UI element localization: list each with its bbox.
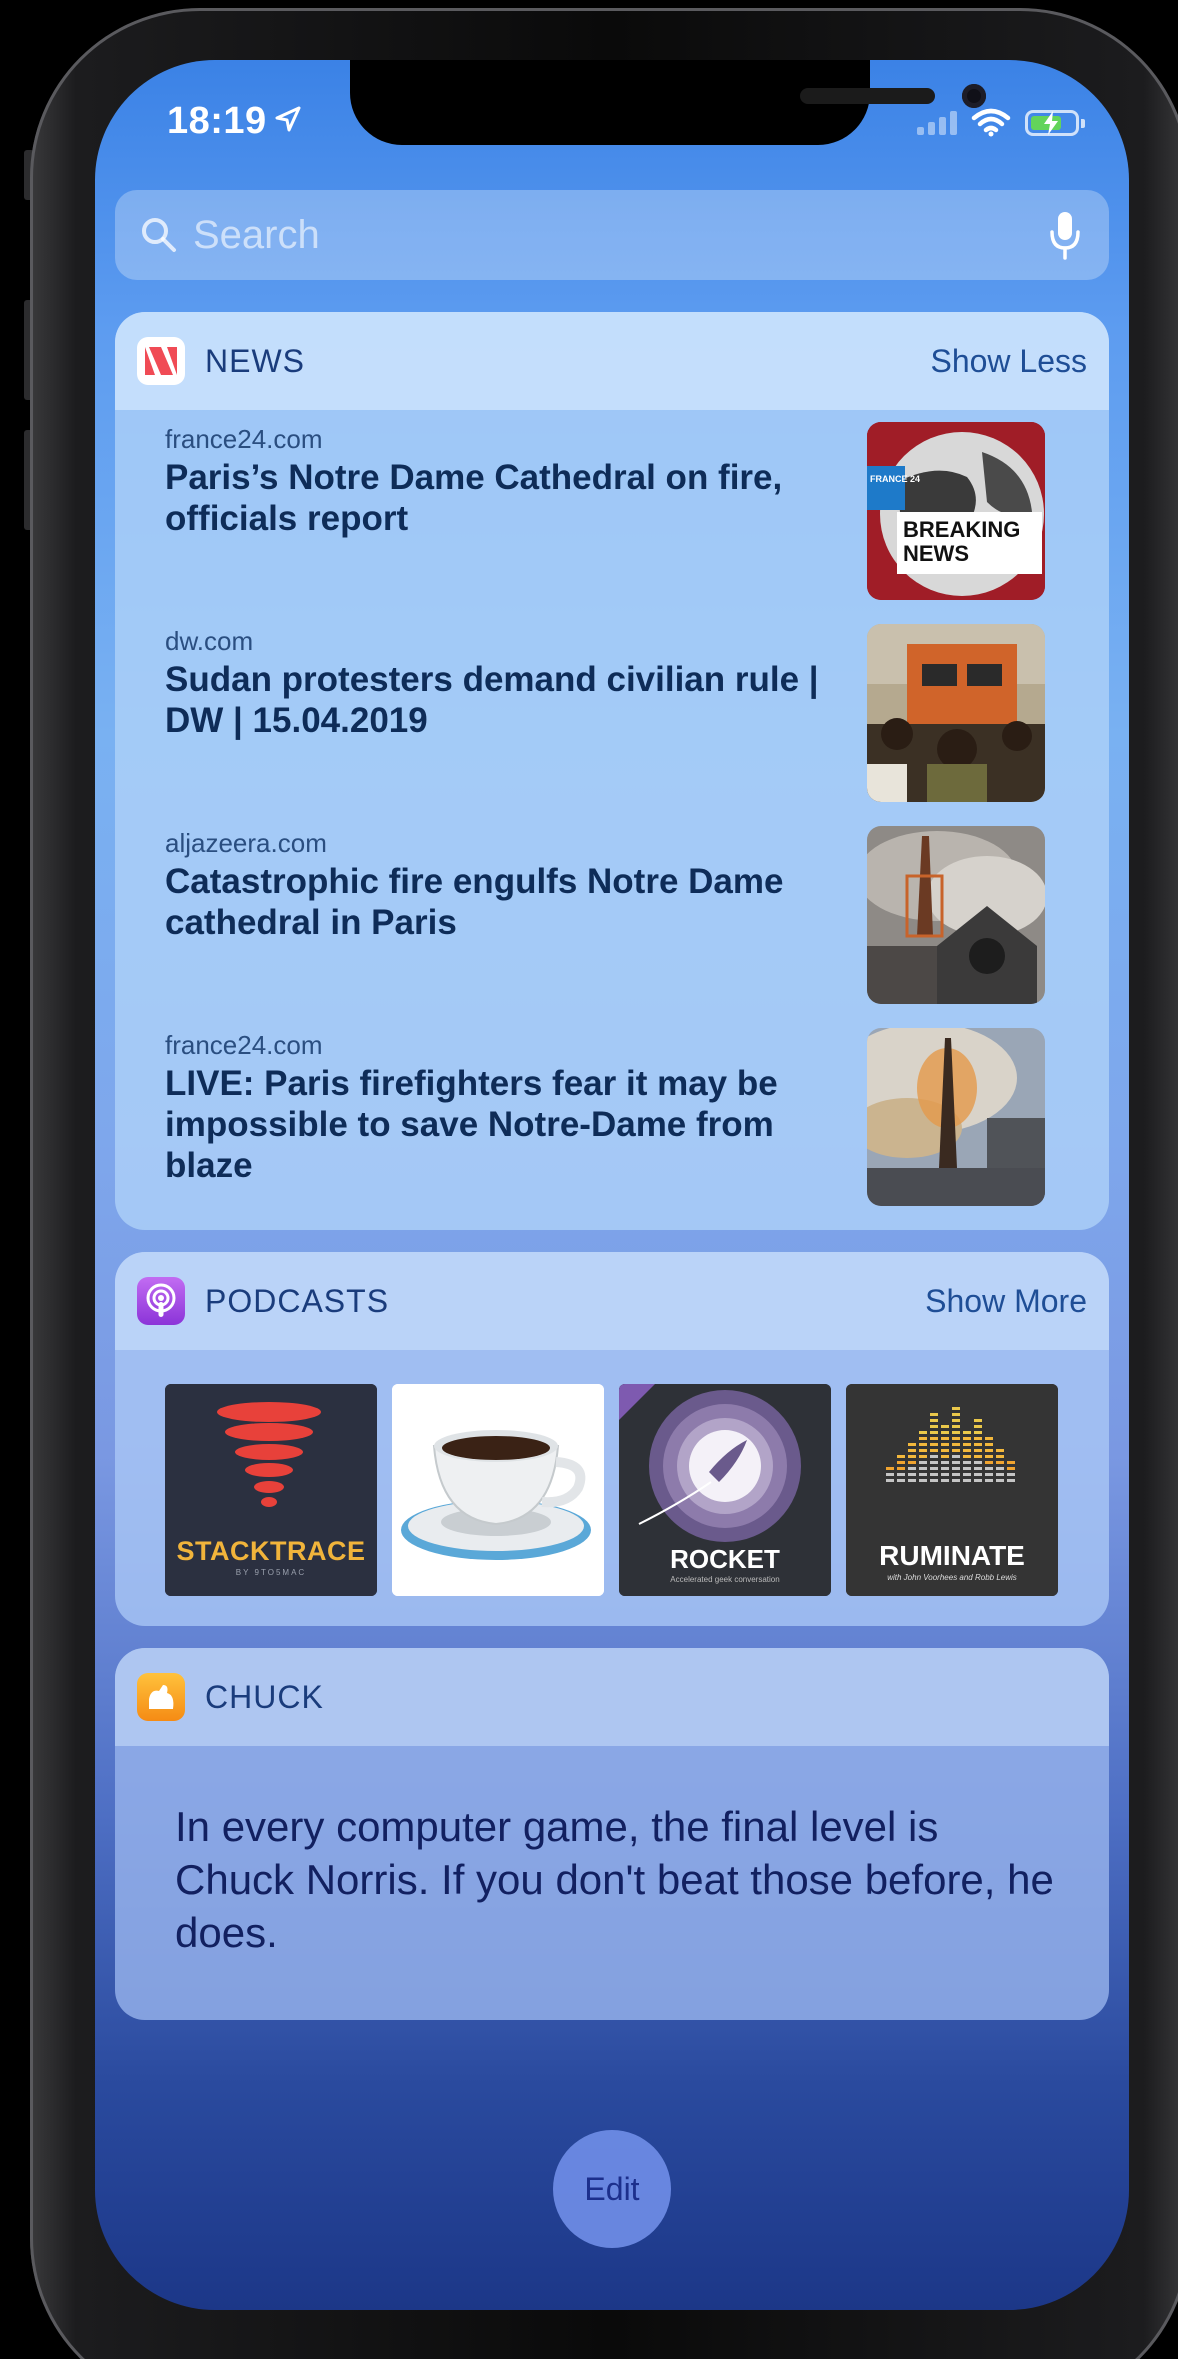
news-app-icon <box>137 337 185 385</box>
podcast-artwork-row: STACKTRACE BY 9TO5MAC ROCKET Accelerated… <box>165 1384 1058 1596</box>
podcasts-widget-title: PODCASTS <box>205 1282 390 1319</box>
cathedral-fire-thumbnail <box>867 826 1045 1004</box>
news-show-less-button[interactable]: Show Less <box>930 343 1087 380</box>
news-headline: Catastrophic fire engulfs Notre Dame cat… <box>165 862 784 942</box>
search-input[interactable]: Search <box>193 213 1047 258</box>
chuck-widget-title: CHUCK <box>205 1678 324 1715</box>
chuck-widget-header: CHUCK <box>115 1648 1109 1746</box>
podcast-ruminate[interactable]: RUMINATE with John Voorhees and Robb Lew… <box>846 1384 1058 1596</box>
status-time: 18:19 <box>167 100 267 142</box>
podcast-rocket[interactable]: ROCKET Accelerated geek conversation <box>619 1384 831 1596</box>
news-widget: NEWS Show Less france24.com Paris’s Notr… <box>115 312 1109 1230</box>
news-item[interactable]: dw.com Sudan protesters demand civilian … <box>165 624 1045 804</box>
search-icon <box>142 218 176 252</box>
status-icons <box>917 108 1085 138</box>
cellular-signal-icon <box>917 111 957 135</box>
news-item[interactable]: aljazeera.com Catastrophic fire engulfs … <box>165 826 1045 1006</box>
news-headline: LIVE: Paris firefighters fear it may be … <box>165 1064 778 1185</box>
podcasts-widget: PODCASTS Show More STACKTRACE BY 9TO5MAC… <box>115 1252 1109 1626</box>
wifi-icon <box>971 108 1011 137</box>
microphone-icon[interactable] <box>1047 210 1083 260</box>
breaking-news-label: BREAKING NEWS <box>903 517 1021 566</box>
podcast-subtitle: Accelerated geek conversation <box>670 1575 780 1584</box>
spire-fire-thumbnail <box>867 1028 1045 1206</box>
breaking-news-thumbnail: FRANCE 24 BREAKING NEWS <box>867 422 1045 600</box>
news-item[interactable]: france24.com LIVE: Paris firefighters fe… <box>165 1028 1045 1208</box>
podcast-name: STACKTRACE <box>176 1536 366 1566</box>
edit-widgets-button[interactable]: Edit <box>553 2130 671 2248</box>
location-arrow-icon <box>275 106 301 132</box>
podcast-name: RUMINATE <box>879 1540 1025 1571</box>
today-view-screen: 18:19 Search NEWS Show Less france24.com… <box>95 60 1129 2310</box>
battery-charging-icon <box>1025 110 1085 136</box>
protesters-thumbnail <box>867 624 1045 802</box>
podcast-stacktrace[interactable]: STACKTRACE BY 9TO5MAC <box>165 1384 377 1596</box>
chuck-joke-text: In every computer game, the final level … <box>175 1803 1054 1956</box>
podcast-subtitle: with John Voorhees and Robb Lewis <box>887 1573 1017 1582</box>
podcast-subtitle: BY 9TO5MAC <box>235 1568 307 1577</box>
podcast-name: ROCKET <box>670 1544 780 1574</box>
podcasts-show-more-button[interactable]: Show More <box>925 1283 1087 1320</box>
france24-badge: FRANCE 24 <box>870 474 920 484</box>
coffee-cup-icon <box>392 1384 604 1596</box>
front-camera <box>962 84 986 108</box>
news-widget-title: NEWS <box>205 342 305 379</box>
podcasts-app-icon <box>137 1277 185 1325</box>
news-headline: Paris’s Notre Dame Cathedral on fire, of… <box>165 458 783 538</box>
notch <box>350 60 986 145</box>
chuck-widget: CHUCK In every computer game, the final … <box>115 1648 1109 2020</box>
search-bar[interactable]: Search <box>115 190 1109 280</box>
earpiece-speaker <box>800 88 935 104</box>
chuck-app-icon <box>137 1673 185 1721</box>
news-widget-header: NEWS Show Less <box>115 312 1109 410</box>
phone-stage: 18:19 Search NEWS Show Less france24.com… <box>0 0 1178 2359</box>
podcasts-widget-header: PODCASTS Show More <box>115 1252 1109 1350</box>
news-headline: Sudan protesters demand civilian rule | … <box>165 660 819 740</box>
podcast-coffee[interactable] <box>392 1384 604 1596</box>
news-item[interactable]: france24.com Paris’s Notre Dame Cathedra… <box>165 422 1045 602</box>
